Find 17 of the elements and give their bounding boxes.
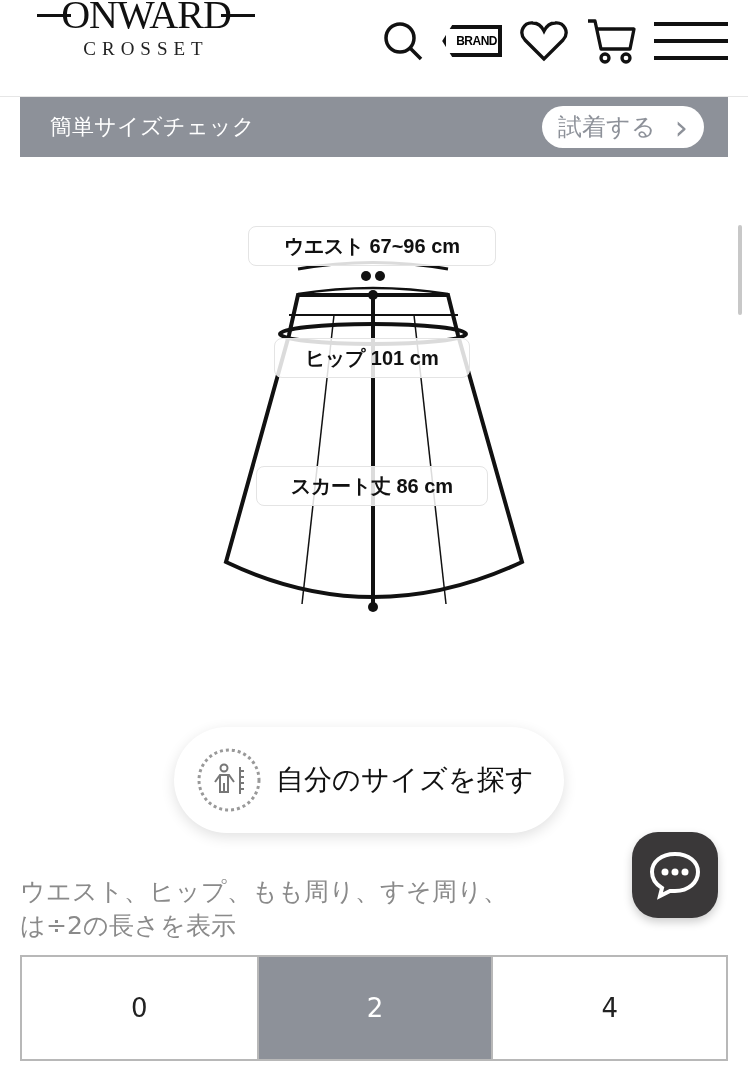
measurement-label: ウエスト 67~96 cm [248,226,496,266]
find-size-button[interactable]: 自分のサイズを探す [174,727,564,833]
heart-icon[interactable] [520,20,568,62]
size-note: ウエスト、ヒップ、もも周り、すそ周り、 は÷2の長さを表示 [20,876,509,942]
brand-logo[interactable]: ONWARD [61,0,231,38]
cart-icon[interactable] [586,18,636,64]
logo-subtitle: CROSSET [83,38,209,60]
body-measure-icon [196,747,262,813]
scrollbar[interactable] [738,225,742,315]
menu-icon[interactable] [654,20,728,62]
chat-button[interactable] [632,832,718,918]
measurement-label: スカート丈 86 cm [256,466,488,506]
brand-tag-button[interactable]: BRAND [442,25,502,57]
chat-bubble-icon [648,850,702,900]
search-icon[interactable] [382,20,425,62]
measurement-label: ヒップ 101 cm [274,338,470,378]
size-check-title: 簡単サイズチェック [50,113,255,141]
